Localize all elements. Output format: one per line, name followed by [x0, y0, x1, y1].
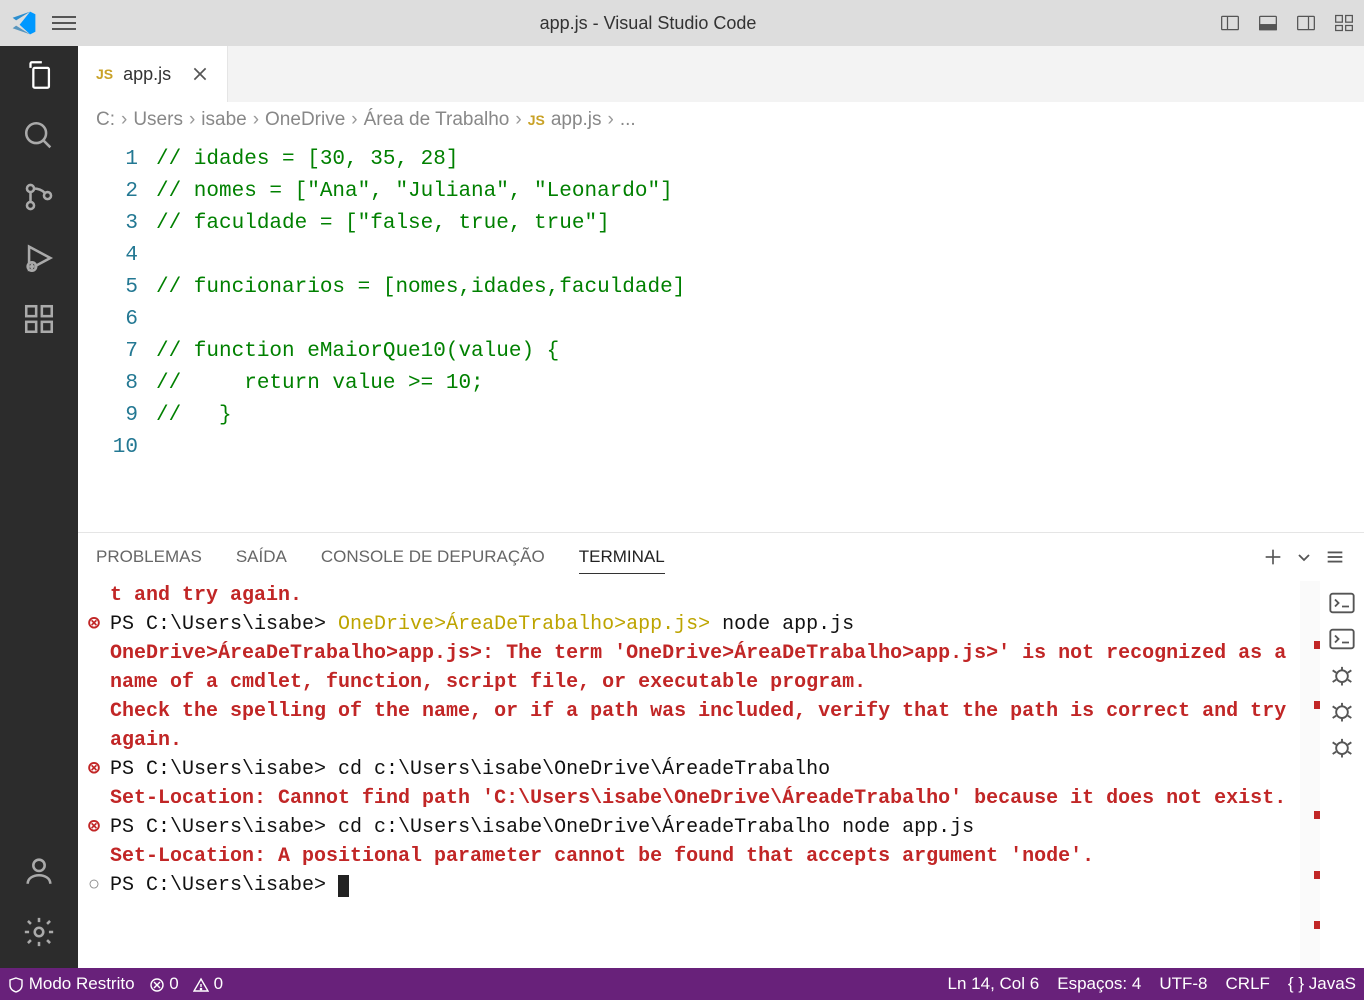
layout-icon[interactable] [1334, 13, 1354, 33]
close-icon[interactable] [191, 65, 209, 83]
cursor-position[interactable]: Ln 14, Col 6 [948, 974, 1040, 994]
source-control-icon[interactable] [22, 180, 56, 219]
tab-bar: JS app.js [78, 46, 1364, 102]
eol[interactable]: CRLF [1226, 974, 1270, 994]
settings-gear-icon[interactable] [22, 915, 56, 954]
more-icon[interactable] [1324, 546, 1346, 568]
chevron-down-icon[interactable] [1296, 549, 1312, 565]
explorer-icon[interactable] [22, 58, 56, 97]
terminal-shell-icon[interactable] [1328, 625, 1356, 653]
debug-bug-icon[interactable] [1328, 733, 1356, 761]
extensions-icon[interactable] [22, 302, 56, 341]
terminal[interactable]: t and try again.⊗PS C:\Users\isabe> OneD… [78, 581, 1300, 968]
tab-terminal[interactable]: TERMINAL [579, 541, 665, 574]
restricted-mode[interactable]: Modo Restrito [8, 974, 135, 994]
search-icon[interactable] [22, 119, 56, 158]
language-mode[interactable]: { } JavaS [1288, 974, 1356, 994]
hamburger-menu-icon[interactable] [52, 11, 76, 35]
encoding[interactable]: UTF-8 [1159, 974, 1207, 994]
tab-debug-console[interactable]: CONSOLE DE DEPURAÇÃO [321, 541, 545, 573]
activity-bar [0, 46, 78, 968]
tab-output[interactable]: SAÍDA [236, 541, 287, 573]
titlebar: app.js - Visual Studio Code [0, 0, 1364, 46]
panel-right-icon[interactable] [1296, 13, 1316, 33]
indentation[interactable]: Espaços: 4 [1057, 974, 1141, 994]
vscode-logo-icon [10, 9, 38, 37]
panel-bottom-icon[interactable] [1258, 13, 1278, 33]
code-editor[interactable]: 1 2 3 4 5 6 7 8 9 10 // idades = [30, 35… [78, 138, 1364, 532]
terminal-scrollbar[interactable] [1300, 581, 1320, 968]
accounts-icon[interactable] [22, 854, 56, 893]
terminal-actions [1320, 581, 1364, 968]
tab-label: app.js [123, 64, 171, 85]
debug-bug-icon[interactable] [1328, 661, 1356, 689]
terminal-shell-icon[interactable] [1328, 589, 1356, 617]
status-bar: Modo Restrito 0 0 Ln 14, Col 6 Espaços: … [0, 968, 1364, 1000]
line-gutter: 1 2 3 4 5 6 7 8 9 10 [78, 138, 156, 532]
panel-left-icon[interactable] [1220, 13, 1240, 33]
run-debug-icon[interactable] [22, 241, 56, 280]
js-file-icon: JS [96, 66, 113, 82]
bottom-panel: PROBLEMAS SAÍDA CONSOLE DE DEPURAÇÃO TER… [78, 532, 1364, 968]
breadcrumbs[interactable]: C:› Users› isabe› OneDrive› Área de Trab… [78, 102, 1364, 138]
layout-controls [1220, 13, 1354, 33]
debug-bug-icon[interactable] [1328, 697, 1356, 725]
problems-counter[interactable]: 0 0 [149, 974, 224, 994]
tab-problems[interactable]: PROBLEMAS [96, 541, 202, 573]
tab-app-js[interactable]: JS app.js [78, 46, 228, 102]
panel-tabs: PROBLEMAS SAÍDA CONSOLE DE DEPURAÇÃO TER… [78, 533, 1364, 581]
code-lines[interactable]: // idades = [30, 35, 28] // nomes = ["An… [156, 138, 1364, 532]
new-terminal-icon[interactable] [1262, 546, 1284, 568]
js-file-icon: JS [528, 112, 545, 128]
window-title: app.js - Visual Studio Code [76, 13, 1220, 34]
